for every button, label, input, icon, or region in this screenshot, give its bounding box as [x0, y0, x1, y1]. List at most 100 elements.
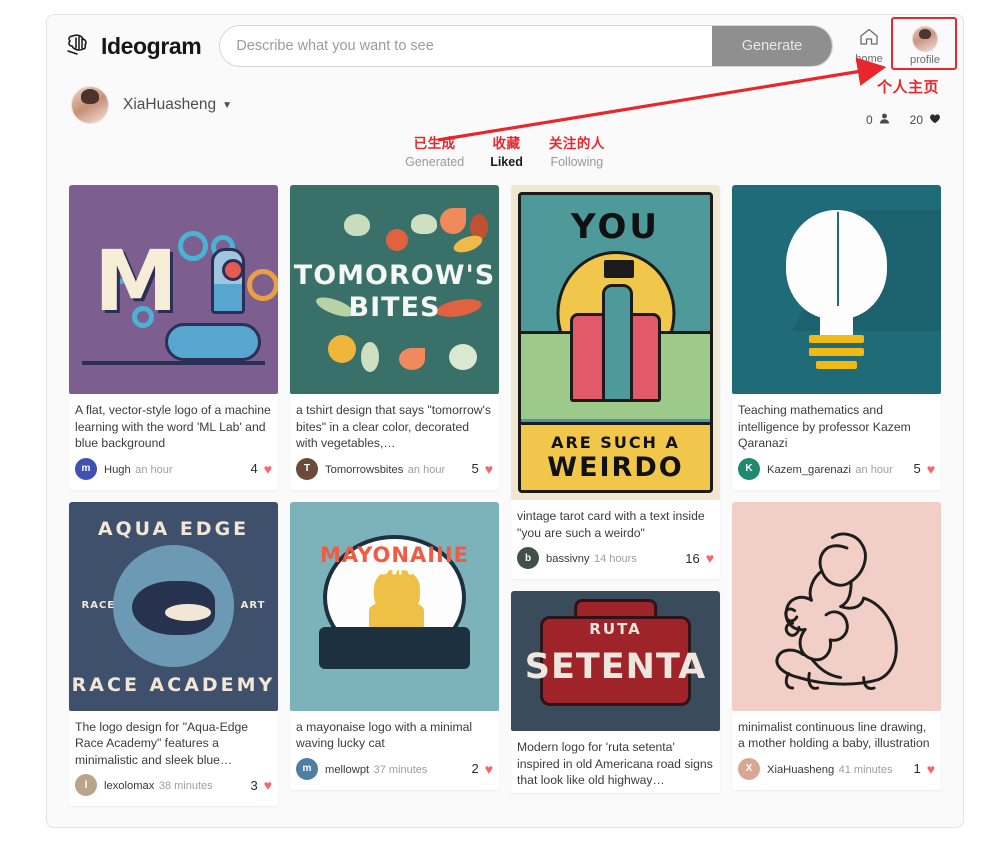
artwork-ml-lab[interactable]: M: [69, 185, 278, 394]
heart-icon[interactable]: ♥: [485, 761, 493, 777]
like-control[interactable]: 1 ♥: [913, 761, 935, 777]
author-name[interactable]: Kazem_garenazi: [767, 464, 851, 476]
nav-profile[interactable]: profile: [891, 17, 957, 70]
author-meta: lexolomax 38 minutes: [104, 776, 250, 794]
like-count: 16: [685, 550, 700, 566]
search-bar[interactable]: Generate: [219, 25, 833, 67]
artwork-tomorrows-bites[interactable]: TOMOROW'S BITES: [290, 185, 499, 394]
author-name[interactable]: Tomorrowsbites: [325, 464, 403, 476]
artwork-text-ribbon: MAYONAIIIE: [338, 560, 451, 577]
author-time: an hour: [407, 463, 446, 476]
card-caption: Teaching mathematics and intelligence by…: [738, 403, 911, 450]
app-header: Ideogram Generate home profile: [47, 15, 963, 77]
card-caption: a tshirt design that says "tomorrow's bi…: [296, 403, 491, 450]
author-name[interactable]: Hugh: [104, 464, 131, 476]
author-avatar[interactable]: l: [75, 774, 97, 796]
search-input[interactable]: [220, 26, 712, 66]
feed-card[interactable]: Teaching mathematics and intelligence by…: [732, 185, 941, 490]
author-avatar[interactable]: m: [75, 457, 97, 480]
avatar-icon: [912, 26, 938, 52]
tab-liked-label: Liked: [490, 155, 523, 169]
author-name[interactable]: bassivny: [546, 553, 590, 565]
likes-count: 20: [909, 113, 923, 127]
heart-icon[interactable]: ♥: [706, 550, 714, 566]
artwork-mother-baby[interactable]: [732, 501, 941, 711]
author-name[interactable]: lexolomax: [104, 780, 154, 792]
artwork-tarot-weirdo[interactable]: YOU ARE SUCH A WEIRDO: [511, 185, 720, 500]
feed-card[interactable]: MAYONAIIIE MAYONAIIIE a mayonaise logo w…: [290, 501, 499, 790]
card-caption: The logo design for "Aqua-Edge Race Acad…: [75, 719, 249, 767]
author-time: 41 minutes: [838, 763, 893, 776]
artwork-text-line2: BITES: [348, 291, 441, 323]
tab-liked[interactable]: 收藏 Liked: [482, 135, 531, 171]
feed-card[interactable]: M A flat, vector-style logo of a machine…: [69, 185, 278, 490]
heart-icon: [929, 113, 941, 127]
ideogram-app-window: Ideogram Generate home profile XiaHuashe…: [46, 14, 964, 828]
author-meta: Hugh an hour: [104, 460, 250, 478]
artwork-text-banner1: ARE SUCH A: [551, 432, 680, 452]
artwork-aqua-edge[interactable]: AQUA EDGE RACE ACADEMY RACE ART: [69, 501, 278, 711]
author-avatar[interactable]: K: [738, 457, 760, 480]
tab-following-label: Following: [550, 155, 604, 169]
author-avatar[interactable]: X: [738, 757, 760, 780]
feed-card[interactable]: RUTA SETENTA Modern logo for 'ruta seten…: [511, 591, 720, 793]
card-footer: K Kazem_garenazi an hour 5 ♥: [732, 456, 941, 490]
author-avatar[interactable]: b: [517, 547, 539, 569]
author-time: 37 minutes: [373, 763, 428, 776]
author-name[interactable]: XiaHuasheng: [767, 764, 834, 776]
feed-card[interactable]: TOMOROW'S BITES a tshirt design that say…: [290, 185, 499, 490]
like-control[interactable]: 4 ♥: [250, 461, 272, 477]
author-meta: bassivny 14 hours: [546, 549, 685, 567]
like-count: 4: [250, 461, 258, 476]
artwork-text-line1: TOMOROW'S: [293, 260, 496, 292]
followers-count: 0: [865, 113, 873, 127]
author-avatar[interactable]: m: [296, 757, 318, 780]
feed-card[interactable]: AQUA EDGE RACE ACADEMY RACE ART The logo…: [69, 501, 278, 806]
heart-icon[interactable]: ♥: [264, 777, 272, 793]
tab-following[interactable]: 关注的人 Following: [541, 135, 613, 171]
artwork-letter: M: [94, 232, 178, 331]
nav-home[interactable]: home: [845, 27, 893, 65]
author-time: 14 hours: [593, 553, 637, 565]
artwork-text-top: YOU: [571, 206, 660, 247]
like-control[interactable]: 16 ♥: [685, 550, 714, 566]
heart-icon[interactable]: ♥: [485, 461, 493, 477]
like-control[interactable]: 2 ♥: [471, 761, 493, 777]
card-caption: Modern logo for 'ruta setenta' inspired …: [517, 740, 713, 787]
heart-icon[interactable]: ♥: [264, 461, 272, 477]
artwork-text-top: AQUA EDGE: [97, 518, 250, 541]
profile-stats: 0 20: [866, 113, 941, 127]
card-caption: vintage tarot card with a text inside "y…: [517, 509, 705, 540]
like-control[interactable]: 3 ♥: [250, 777, 272, 793]
heart-icon[interactable]: ♥: [927, 761, 935, 777]
feed-card[interactable]: minimalist continuous line drawing, a mo…: [732, 501, 941, 790]
profile-username: XiaHuasheng: [123, 96, 217, 113]
artwork-text-bottom: RACE ACADEMY: [71, 673, 276, 696]
card-footer: m Hugh an hour 4 ♥: [69, 456, 278, 490]
like-count: 5: [471, 461, 479, 476]
heart-icon[interactable]: ♥: [927, 461, 935, 477]
profile-bar: XiaHuasheng ▼ 0 20: [47, 77, 963, 133]
line-drawing: [775, 532, 898, 690]
image-feed: M A flat, vector-style logo of a machine…: [47, 181, 963, 806]
author-name[interactable]: mellowpt: [325, 764, 369, 776]
tab-liked-cn: 收藏: [492, 136, 521, 151]
feed-card[interactable]: YOU ARE SUCH A WEIRDO vintage tarot card…: [511, 185, 720, 579]
tab-generated[interactable]: 已生成 Generated: [397, 135, 472, 171]
like-control[interactable]: 5 ♥: [471, 461, 493, 477]
author-avatar[interactable]: T: [296, 457, 318, 480]
artwork-ruta-setenta[interactable]: RUTA SETENTA: [511, 591, 720, 731]
artwork-text-right: ART: [240, 599, 266, 611]
nav-home-label: home: [855, 53, 883, 65]
like-control[interactable]: 5 ♥: [913, 461, 935, 477]
artwork-mayonaise[interactable]: MAYONAIIIE MAYONAIIIE: [290, 501, 499, 711]
brand-logo[interactable]: Ideogram: [65, 30, 202, 63]
avatar[interactable]: [71, 86, 109, 124]
tab-generated-cn: 已生成: [413, 136, 456, 151]
author-time: an hour: [135, 463, 173, 476]
author-time: 38 minutes: [158, 780, 213, 792]
generate-button[interactable]: Generate: [712, 26, 832, 66]
artwork-brain-bulb[interactable]: [732, 185, 941, 394]
chevron-down-icon[interactable]: ▼: [222, 100, 232, 111]
like-count: 3: [250, 777, 258, 793]
